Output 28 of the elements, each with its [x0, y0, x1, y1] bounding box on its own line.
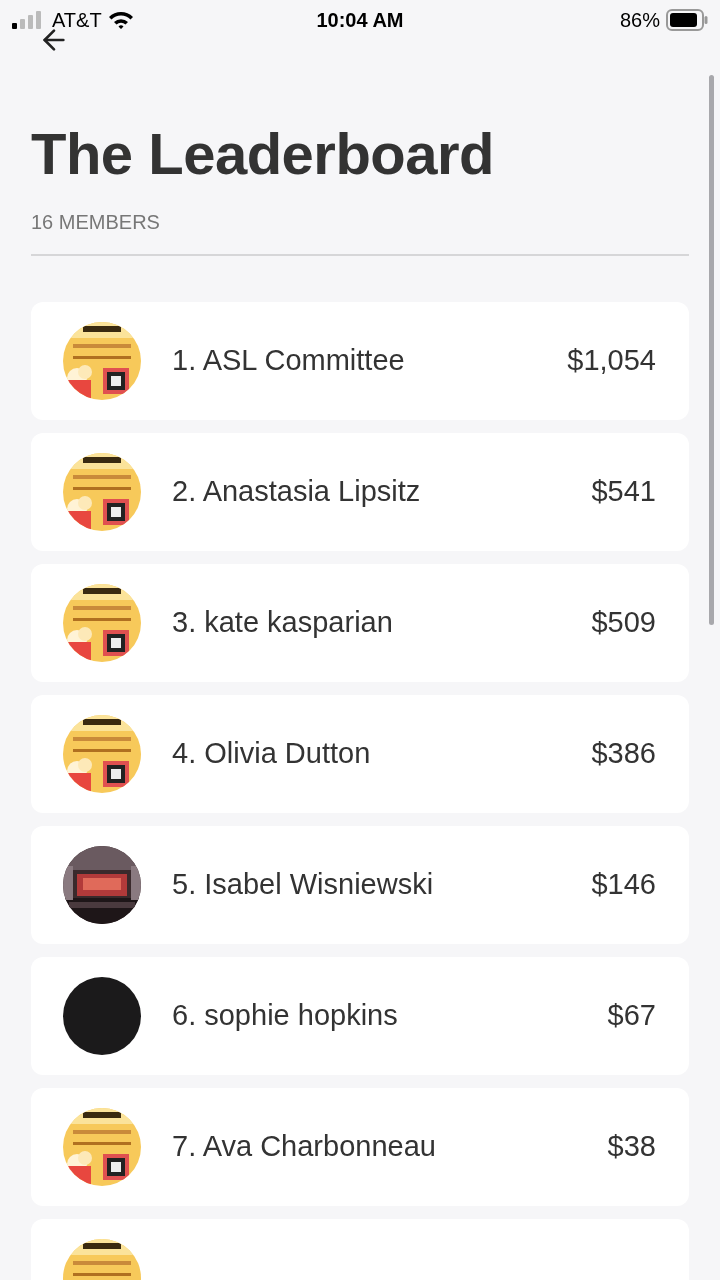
wifi-icon	[107, 10, 134, 30]
member-count: 16 MEMBERS	[31, 210, 161, 235]
member-name: 7. Ava Charbonneau	[172, 1129, 437, 1165]
member-name: 3. kate kasparian	[172, 605, 394, 641]
amount: $38	[607, 1129, 656, 1165]
amount: $541	[591, 474, 656, 510]
amount: $146	[591, 867, 656, 903]
member-name: 2. Anastasia Lipsitz	[172, 474, 422, 510]
battery-icon	[666, 9, 708, 31]
carrier: AT&T	[52, 8, 102, 33]
leaderboard-card[interactable]: 4. Olivia Dutton $386	[31, 695, 689, 813]
leaderboard-card[interactable]: 7. Ava Charbonneau $38	[31, 1088, 689, 1206]
member-name: 5. Isabel Wisniewski	[172, 867, 435, 903]
page-title: The Leaderboard	[31, 120, 496, 188]
amount: $386	[591, 736, 656, 772]
battery-percent: 86%	[619, 8, 660, 33]
leaderboard-card[interactable]: 6. sophie hopkins $67	[31, 957, 689, 1075]
member-name: 4. Olivia Dutton	[172, 736, 372, 772]
amount: $509	[591, 605, 656, 641]
amount: $67	[607, 998, 656, 1034]
member-name: 1. ASL Committee	[172, 343, 406, 379]
leaderboard-card[interactable]: 5. Isabel Wisniewski $146	[31, 826, 689, 944]
member-name: 6. sophie hopkins	[172, 998, 399, 1034]
leaderboard-card[interactable]: 3. kate kasparian $509	[31, 564, 689, 682]
amount: $1,054	[567, 343, 656, 379]
leaderboard-card[interactable]: 1. ASL Committee $1,054	[31, 302, 689, 420]
leaderboard-card[interactable]: 2. Anastasia Lipsitz $541	[31, 433, 689, 551]
clock: 10:04 AM	[316, 8, 404, 33]
